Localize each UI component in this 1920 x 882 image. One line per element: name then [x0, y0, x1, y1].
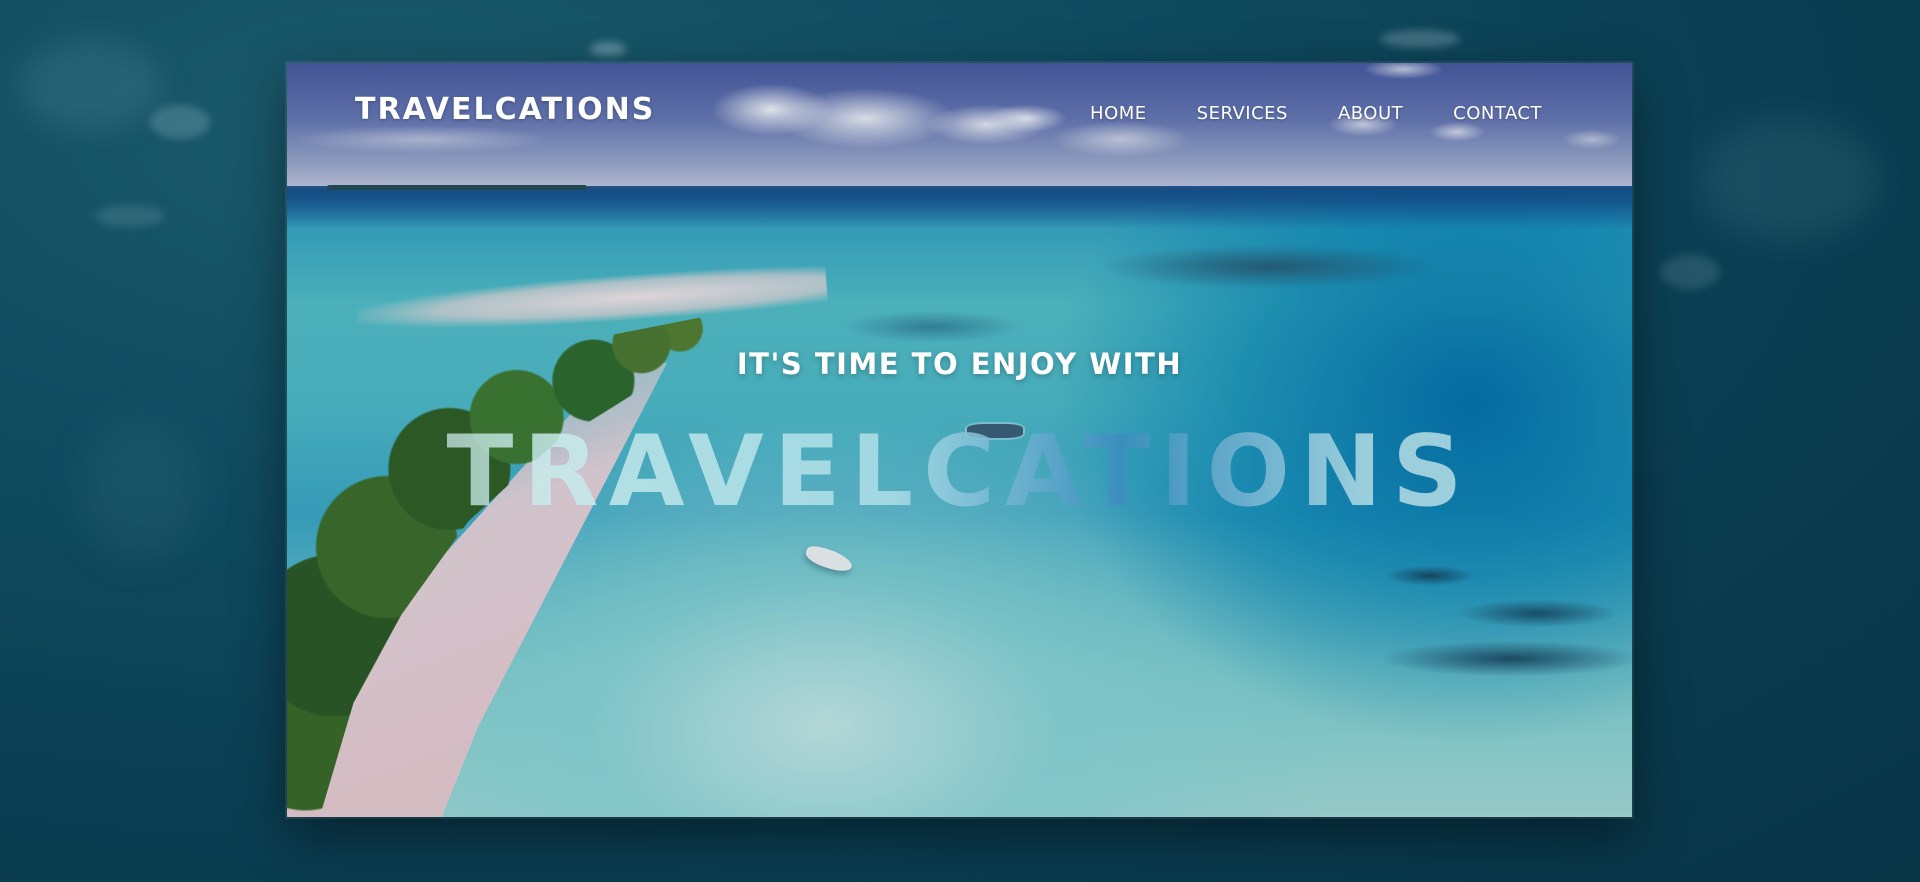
- nav-link-about[interactable]: ABOUT: [1338, 103, 1403, 124]
- nav-item: SERVICES: [1197, 103, 1288, 124]
- nav-link-services[interactable]: SERVICES: [1197, 103, 1288, 124]
- hero-title: TRAVELCATIONS: [287, 423, 1632, 521]
- nav-item: HOME: [1090, 103, 1147, 124]
- nav-link-contact[interactable]: CONTACT: [1453, 103, 1542, 124]
- navbar: TRAVELCATIONS HOME SERVICES ABOUT CONTAC…: [287, 63, 1632, 163]
- logo[interactable]: TRAVELCATIONS: [355, 92, 655, 127]
- nav-menu: HOME SERVICES ABOUT CONTACT: [1090, 103, 1542, 124]
- nav-item: ABOUT: [1338, 103, 1403, 124]
- nav-item: CONTACT: [1453, 103, 1542, 124]
- nav-link-home[interactable]: HOME: [1090, 103, 1147, 124]
- hero-section: TRAVELCATIONS HOME SERVICES ABOUT CONTAC…: [287, 63, 1632, 817]
- hero-subtitle: IT'S TIME TO ENJOY WITH: [736, 347, 1183, 381]
